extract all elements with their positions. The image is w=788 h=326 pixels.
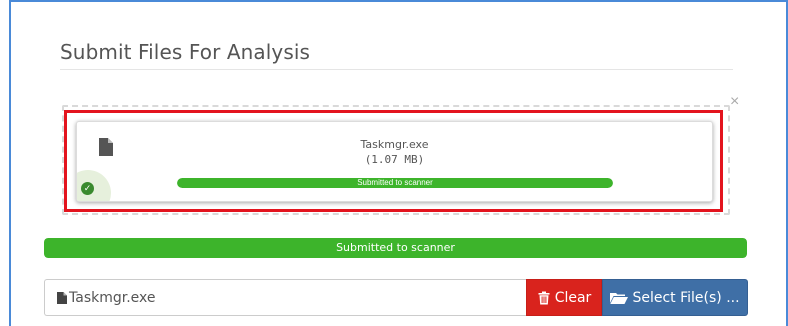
file-input-value: Taskmgr.exe <box>69 289 156 306</box>
clear-button[interactable]: Clear <box>526 279 602 316</box>
file-progress-fill: Submitted to scanner <box>177 178 613 188</box>
file-input[interactable]: Taskmgr.exe <box>44 279 526 316</box>
file-progress-bar: Submitted to scanner <box>177 178 613 188</box>
title-divider <box>60 69 733 70</box>
file-icon <box>57 291 67 304</box>
select-files-button[interactable]: Select File(s) ... <box>602 279 748 316</box>
folder-open-icon <box>610 292 629 304</box>
select-files-label: Select File(s) ... <box>632 289 740 306</box>
trash-icon <box>538 291 550 304</box>
clear-button-label: Clear <box>554 289 592 306</box>
overall-progress-fill: Submitted to scanner <box>44 238 747 258</box>
close-icon[interactable]: × <box>730 94 739 110</box>
page-title: Submit Files For Analysis <box>60 40 311 64</box>
file-size: (1.07 MB) <box>364 153 425 166</box>
overall-progress-bar: Submitted to scanner <box>44 238 747 258</box>
file-preview-card: Taskmgr.exe (1.07 MB) Submitted to scann… <box>76 121 713 202</box>
check-circle-icon: ✓ <box>81 182 94 195</box>
file-name: Taskmgr.exe <box>360 138 429 151</box>
